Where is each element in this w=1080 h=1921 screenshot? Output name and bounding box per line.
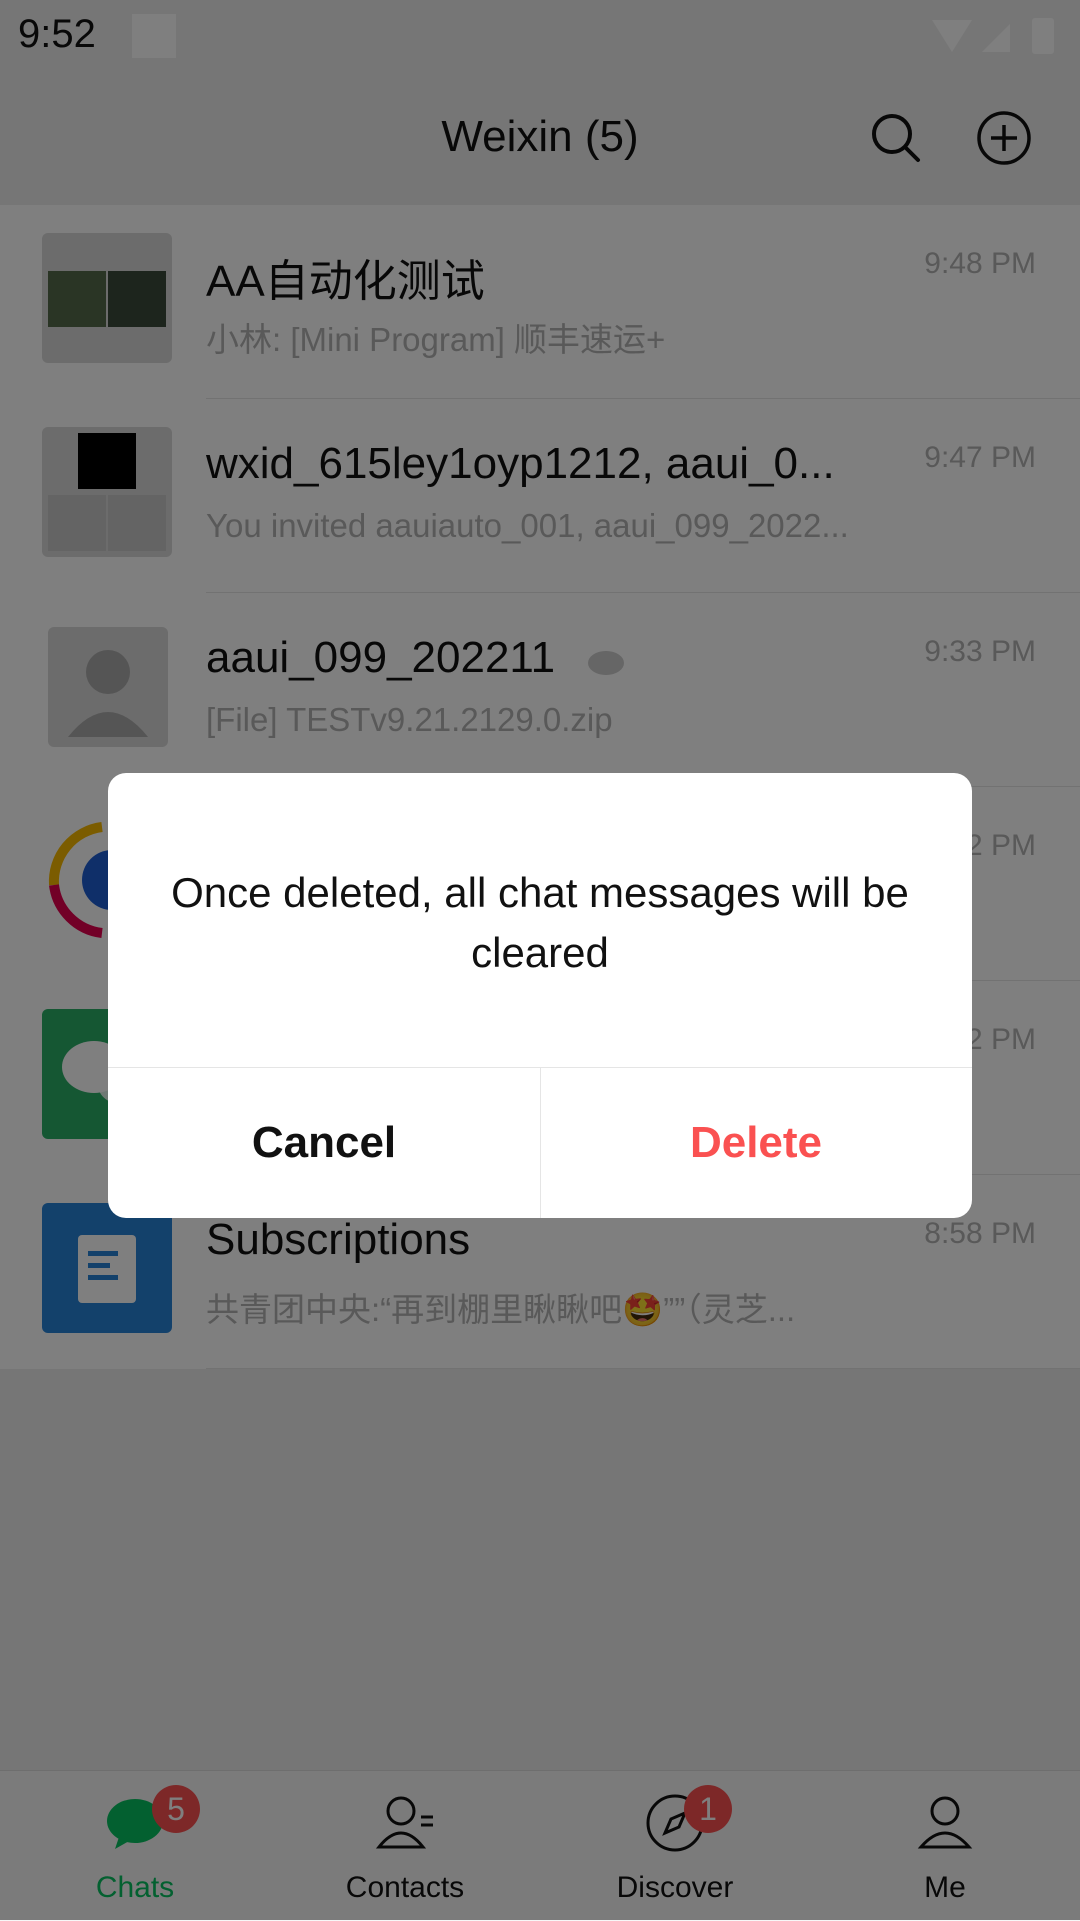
- cancel-button[interactable]: Cancel: [108, 1067, 540, 1218]
- delete-button[interactable]: Delete: [540, 1067, 972, 1218]
- delete-confirm-dialog: Once deleted, all chat messages will be …: [108, 773, 972, 1218]
- dialog-message: Once deleted, all chat messages will be …: [171, 869, 909, 976]
